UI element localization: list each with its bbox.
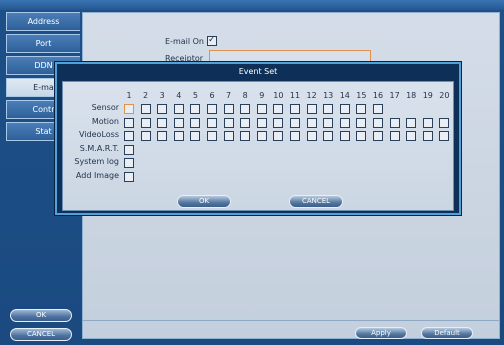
event-checkbox[interactable] — [439, 131, 450, 141]
dialog-cancel-button[interactable]: CANCEL — [289, 195, 343, 208]
event-checkbox[interactable] — [157, 117, 168, 128]
event-checkbox[interactable] — [124, 144, 134, 155]
dialog-title: Event Set — [238, 67, 278, 76]
event-checkbox[interactable] — [422, 117, 433, 128]
row-label: VideoLoss — [79, 130, 119, 139]
event-checkbox[interactable] — [373, 104, 383, 114]
event-checkbox[interactable] — [406, 117, 417, 128]
event-checkbox[interactable] — [173, 104, 184, 114]
event-checkbox[interactable] — [290, 104, 300, 114]
event-checkbox[interactable] — [323, 117, 334, 128]
event-checkbox[interactable] — [356, 104, 367, 114]
event-checkbox[interactable] — [373, 131, 383, 141]
event-checkbox[interactable] — [339, 117, 350, 128]
event-checkbox[interactable] — [389, 131, 400, 141]
apply-button[interactable]: Apply — [355, 327, 407, 339]
column-number: 13 — [323, 91, 334, 100]
column-number: 18 — [406, 91, 417, 100]
event-checkbox[interactable] — [389, 117, 400, 128]
event-checkbox[interactable] — [240, 131, 251, 141]
dialog-body: 1 2 3 4 5 6 7 8 9 10 11 12 13 14 15 16 17 18 19 20 Sensor Mot… — [62, 81, 454, 211]
event-checkbox[interactable] — [140, 131, 151, 141]
event-checkbox[interactable] — [124, 171, 134, 182]
event-checkbox[interactable] — [223, 104, 234, 114]
column-number: 11 — [289, 91, 301, 100]
column-number: 15 — [356, 91, 367, 100]
event-checkbox[interactable] — [422, 131, 433, 141]
column-number: 1 — [126, 91, 132, 100]
event-checkbox[interactable] — [306, 117, 317, 128]
event-checkbox[interactable] — [157, 104, 168, 114]
event-checkbox[interactable] — [273, 104, 284, 114]
dialog-ok-button[interactable]: OK — [177, 195, 231, 208]
event-checkbox[interactable] — [339, 104, 350, 114]
event-checkbox[interactable] — [173, 117, 184, 128]
event-checkbox[interactable] — [207, 104, 217, 114]
column-number: 4 — [176, 91, 182, 100]
column-number: 7 — [226, 91, 232, 100]
event-checkbox[interactable] — [173, 131, 184, 141]
ok-button[interactable]: OK — [10, 309, 72, 322]
event-set-dialog: Event Set 1 2 3 4 5 6 7 8 9 10 11 12 13 14 15 16 17 18 19 2… — [55, 62, 461, 215]
event-checkbox[interactable] — [306, 104, 317, 114]
column-number: 19 — [422, 91, 433, 100]
sidebar-item-address[interactable]: Address — [6, 12, 80, 31]
event-checkbox[interactable] — [273, 131, 284, 141]
event-checkbox[interactable] — [290, 131, 300, 141]
event-checkbox[interactable] — [373, 117, 383, 128]
event-checkbox[interactable] — [223, 131, 234, 141]
event-checkbox[interactable] — [323, 131, 334, 141]
event-checkbox[interactable] — [223, 117, 234, 128]
event-checkbox[interactable] — [240, 117, 251, 128]
event-checkbox[interactable] — [306, 131, 317, 141]
event-checkbox[interactable] — [323, 104, 334, 114]
email-on-label: E-mail On — [165, 37, 204, 46]
column-number: 8 — [242, 91, 248, 100]
column-number: 5 — [192, 91, 198, 100]
row-label: Sensor — [91, 103, 119, 112]
event-checkbox[interactable] — [256, 104, 267, 114]
column-number: 16 — [372, 91, 384, 100]
event-checkbox[interactable] — [124, 104, 134, 114]
cancel-button[interactable]: CANCEL — [10, 328, 72, 341]
row-label: S.M.A.R.T. — [79, 143, 119, 153]
column-number: 14 — [339, 91, 350, 100]
event-checkbox[interactable] — [140, 117, 151, 128]
event-checkbox[interactable] — [124, 117, 134, 128]
event-checkbox[interactable] — [356, 117, 367, 128]
event-checkbox[interactable] — [190, 117, 201, 128]
event-checkbox[interactable] — [157, 131, 168, 141]
column-number: 12 — [306, 91, 317, 100]
event-checkbox[interactable] — [356, 131, 367, 141]
event-checkbox[interactable] — [190, 104, 201, 114]
row-label: Motion — [91, 116, 119, 126]
column-number: 20 — [439, 91, 450, 100]
title-bar — [0, 0, 504, 10]
email-on-checkbox[interactable] — [207, 35, 217, 46]
event-checkbox[interactable] — [256, 117, 267, 128]
event-checkbox[interactable] — [256, 131, 267, 141]
event-checkbox[interactable] — [439, 117, 450, 128]
event-checkbox[interactable] — [207, 117, 217, 128]
default-button[interactable]: Default — [421, 327, 473, 339]
event-checkbox[interactable] — [190, 131, 201, 141]
sidebar-item-port[interactable]: Port — [6, 34, 80, 53]
column-number: 6 — [209, 91, 215, 100]
row-label: Add Image — [75, 170, 119, 180]
row-label: System log — [74, 157, 119, 166]
event-checkbox[interactable] — [124, 131, 134, 141]
column-number: 3 — [159, 91, 165, 100]
event-checkbox[interactable] — [273, 117, 284, 128]
event-checkbox[interactable] — [406, 131, 417, 141]
event-checkbox[interactable] — [207, 131, 217, 141]
column-number: 9 — [259, 91, 265, 100]
column-number: 17 — [389, 91, 400, 100]
event-checkbox[interactable] — [290, 117, 300, 128]
event-checkbox[interactable] — [140, 104, 151, 114]
event-checkbox[interactable] — [339, 131, 350, 141]
column-number: 2 — [143, 91, 149, 100]
event-checkbox[interactable] — [240, 104, 251, 114]
column-number: 10 — [273, 91, 284, 100]
event-checkbox[interactable] — [124, 158, 134, 168]
